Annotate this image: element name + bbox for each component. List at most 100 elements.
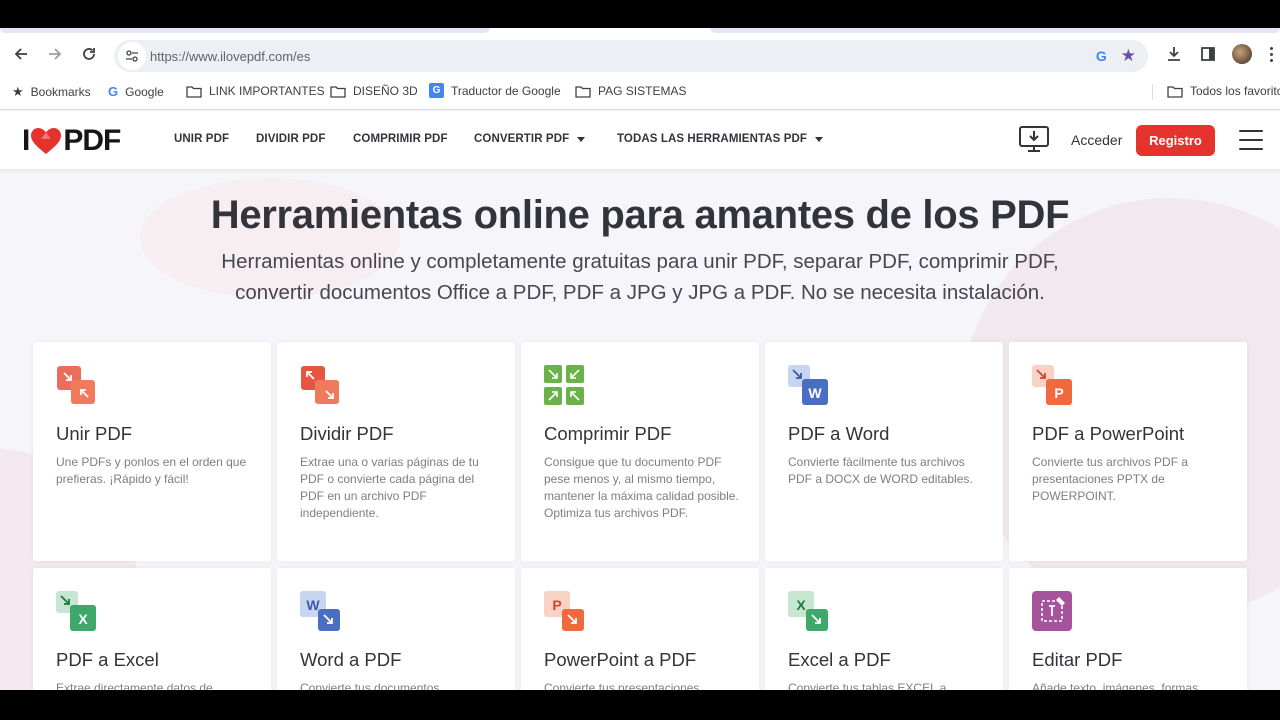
- tool-description: Convierte tus archivos PDF a presentacio…: [1032, 455, 1189, 503]
- tool-card-powerpoint-a-pdf[interactable]: P PowerPoint a PDF Convierte tus present…: [521, 568, 759, 690]
- svg-text:X: X: [796, 597, 806, 613]
- profile-avatar[interactable]: [1230, 42, 1254, 66]
- site-header: I PDF UNIR PDF DIVIDIR PDF COMPRIMIR PDF…: [0, 111, 1280, 169]
- svg-text:W: W: [306, 597, 320, 613]
- bookmark-star-icon[interactable]: ★: [1121, 46, 1136, 66]
- tool-card-comprimir-pdf[interactable]: Comprimir PDF Consigue que tu documento …: [521, 342, 759, 561]
- forward-button[interactable]: [43, 42, 67, 66]
- video-bottom-border: [0, 690, 1280, 720]
- bookmark-label: PAG SISTEMAS: [598, 84, 687, 98]
- tool-description: Convierte tus presentaciones: [544, 681, 700, 690]
- pdf-to-powerpoint-icon: P: [1032, 365, 1072, 405]
- address-bar[interactable]: https://www.ilovepdf.com/es G ★: [114, 40, 1148, 72]
- folder-icon: [186, 85, 202, 98]
- pdf-to-excel-icon: X: [56, 591, 96, 631]
- desktop-download-icon[interactable]: [1018, 125, 1050, 158]
- bookmark-item[interactable]: LINK IMPORTANTES: [186, 84, 325, 98]
- bookmark-item[interactable]: DISEÑO 3D: [330, 84, 418, 98]
- nav-label: TODAS LAS HERRAMIENTAS PDF: [617, 133, 808, 145]
- tool-description: Consigue que tu documento PDF pese menos…: [544, 455, 739, 520]
- svg-text:X: X: [78, 611, 88, 627]
- bookmark-item[interactable]: PAG SISTEMAS: [575, 84, 686, 98]
- hero-subtitle: Herramientas online y completamente grat…: [190, 246, 1090, 308]
- back-arrow-icon: [14, 48, 27, 60]
- video-top-border: [0, 0, 1280, 28]
- nav-todas-herramientas[interactable]: TODAS LAS HERRAMIENTAS PDF: [617, 133, 824, 145]
- bookmark-label: Todos los favoritos: [1190, 84, 1280, 98]
- hero-subtitle-line: Herramientas online y completamente grat…: [221, 250, 1059, 273]
- ilovepdf-logo[interactable]: I PDF: [22, 124, 121, 158]
- tool-card-pdf-a-word[interactable]: W PDF a Word Convierte fácilmente tus ar…: [765, 342, 1003, 561]
- google-lens-icon[interactable]: G: [1096, 48, 1107, 64]
- forward-arrow-icon: [49, 48, 62, 60]
- tool-description: Extrae una o varias páginas de tu PDF o …: [300, 455, 479, 520]
- tab-strip-edge: [710, 28, 1280, 33]
- downloads-icon[interactable]: [1162, 42, 1186, 66]
- tool-title: Dividir PDF: [300, 423, 394, 444]
- svg-text:W: W: [808, 385, 822, 401]
- nav-comprimir-pdf[interactable]: COMPRIMIR PDF: [353, 133, 448, 145]
- svg-text:P: P: [1054, 385, 1063, 401]
- google-icon: G: [108, 84, 119, 99]
- word-to-pdf-icon: W: [300, 591, 340, 631]
- svg-text:P: P: [552, 597, 561, 613]
- register-button[interactable]: Registro: [1136, 125, 1215, 156]
- tool-title: Unir PDF: [56, 423, 133, 444]
- tool-card-excel-a-pdf[interactable]: X Excel a PDF Convierte tus tablas EXCEL…: [765, 568, 1003, 690]
- bookmark-label: Google: [125, 84, 164, 99]
- tool-description: Añade texto, imágenes, formas: [1032, 681, 1199, 690]
- bookmark-label: LINK IMPORTANTES: [209, 84, 325, 98]
- tool-card-dividir-pdf[interactable]: Dividir PDF Extrae una o varias páginas …: [277, 342, 515, 561]
- url-text[interactable]: https://www.ilovepdf.com/es: [150, 49, 310, 64]
- pdf-to-word-icon: W: [788, 365, 828, 405]
- bookmark-item[interactable]: G Google: [108, 84, 164, 99]
- logo-text: PDF: [63, 124, 121, 157]
- site-settings-icon[interactable]: [118, 42, 146, 70]
- nav-label: UNIR PDF: [174, 133, 230, 145]
- reload-button[interactable]: [77, 42, 101, 66]
- excel-to-pdf-icon: X: [788, 591, 828, 631]
- heart-icon: [31, 128, 62, 154]
- tool-description: Une PDFs y ponlos en el orden que prefie…: [56, 455, 247, 486]
- tool-description: Convierte fácilmente tus archivos PDF a …: [788, 455, 973, 486]
- tool-description: Extrae directamente datos de: [56, 681, 213, 690]
- nav-label: CONVERTIR PDF: [474, 133, 570, 145]
- nav-dividir-pdf[interactable]: DIVIDIR PDF: [256, 133, 325, 145]
- browser-chrome: https://www.ilovepdf.com/es G ★ ★ Bookma…: [0, 28, 1280, 110]
- tool-title: PowerPoint a PDF: [544, 649, 697, 670]
- folder-icon: [575, 85, 591, 98]
- hamburger-menu-icon[interactable]: [1239, 130, 1263, 150]
- nav-unir-pdf[interactable]: UNIR PDF: [174, 133, 229, 145]
- bookmark-divider: [1152, 84, 1153, 100]
- logo-text: I: [22, 124, 30, 157]
- tool-description: Convierte tus documentos: [300, 681, 440, 690]
- all-bookmarks[interactable]: Todos los favoritos: [1167, 84, 1280, 98]
- tool-title: Editar PDF: [1032, 649, 1123, 670]
- powerpoint-to-pdf-icon: P: [544, 591, 584, 631]
- tool-card-pdf-a-excel[interactable]: X PDF a Excel Extrae directamente datos …: [33, 568, 271, 690]
- tool-title: Comprimir PDF: [544, 423, 672, 444]
- tool-card-editar-pdf[interactable]: Editar PDF Añade texto, imágenes, formas: [1009, 568, 1247, 690]
- login-link[interactable]: Acceder: [1071, 132, 1122, 148]
- compress-icon: [544, 365, 584, 405]
- tool-title: PDF a Excel: [56, 649, 159, 670]
- back-button[interactable]: [9, 42, 33, 66]
- bookmark-label: DISEÑO 3D: [353, 84, 418, 98]
- tool-card-unir-pdf[interactable]: Unir PDF Une PDFs y ponlos en el orden q…: [33, 342, 271, 561]
- tool-title: PDF a PowerPoint: [1032, 423, 1185, 444]
- browser-menu-icon[interactable]: [1262, 42, 1280, 66]
- nav-label: COMPRIMIR PDF: [353, 133, 448, 145]
- hero-title: Herramientas online para amantes de los …: [210, 193, 1070, 237]
- tool-title: PDF a Word: [788, 423, 890, 444]
- bookmark-item[interactable]: ★ Bookmarks: [12, 84, 91, 100]
- chevron-down-icon: [577, 136, 586, 142]
- side-panel-icon[interactable]: [1196, 42, 1220, 66]
- chevron-down-icon: [815, 136, 824, 142]
- tool-card-pdf-a-powerpoint[interactable]: P PDF a PowerPoint Convierte tus archivo…: [1009, 342, 1247, 561]
- tool-card-word-a-pdf[interactable]: W Word a PDF Convierte tus documentos: [277, 568, 515, 690]
- merge-icon: [57, 366, 95, 404]
- screen: https://www.ilovepdf.com/es G ★ ★ Bookma…: [0, 28, 1280, 690]
- bookmark-label: Traductor de Google: [451, 83, 561, 98]
- nav-convertir-pdf[interactable]: CONVERTIR PDF: [474, 133, 586, 145]
- bookmark-item[interactable]: G Traductor de Google: [429, 83, 561, 98]
